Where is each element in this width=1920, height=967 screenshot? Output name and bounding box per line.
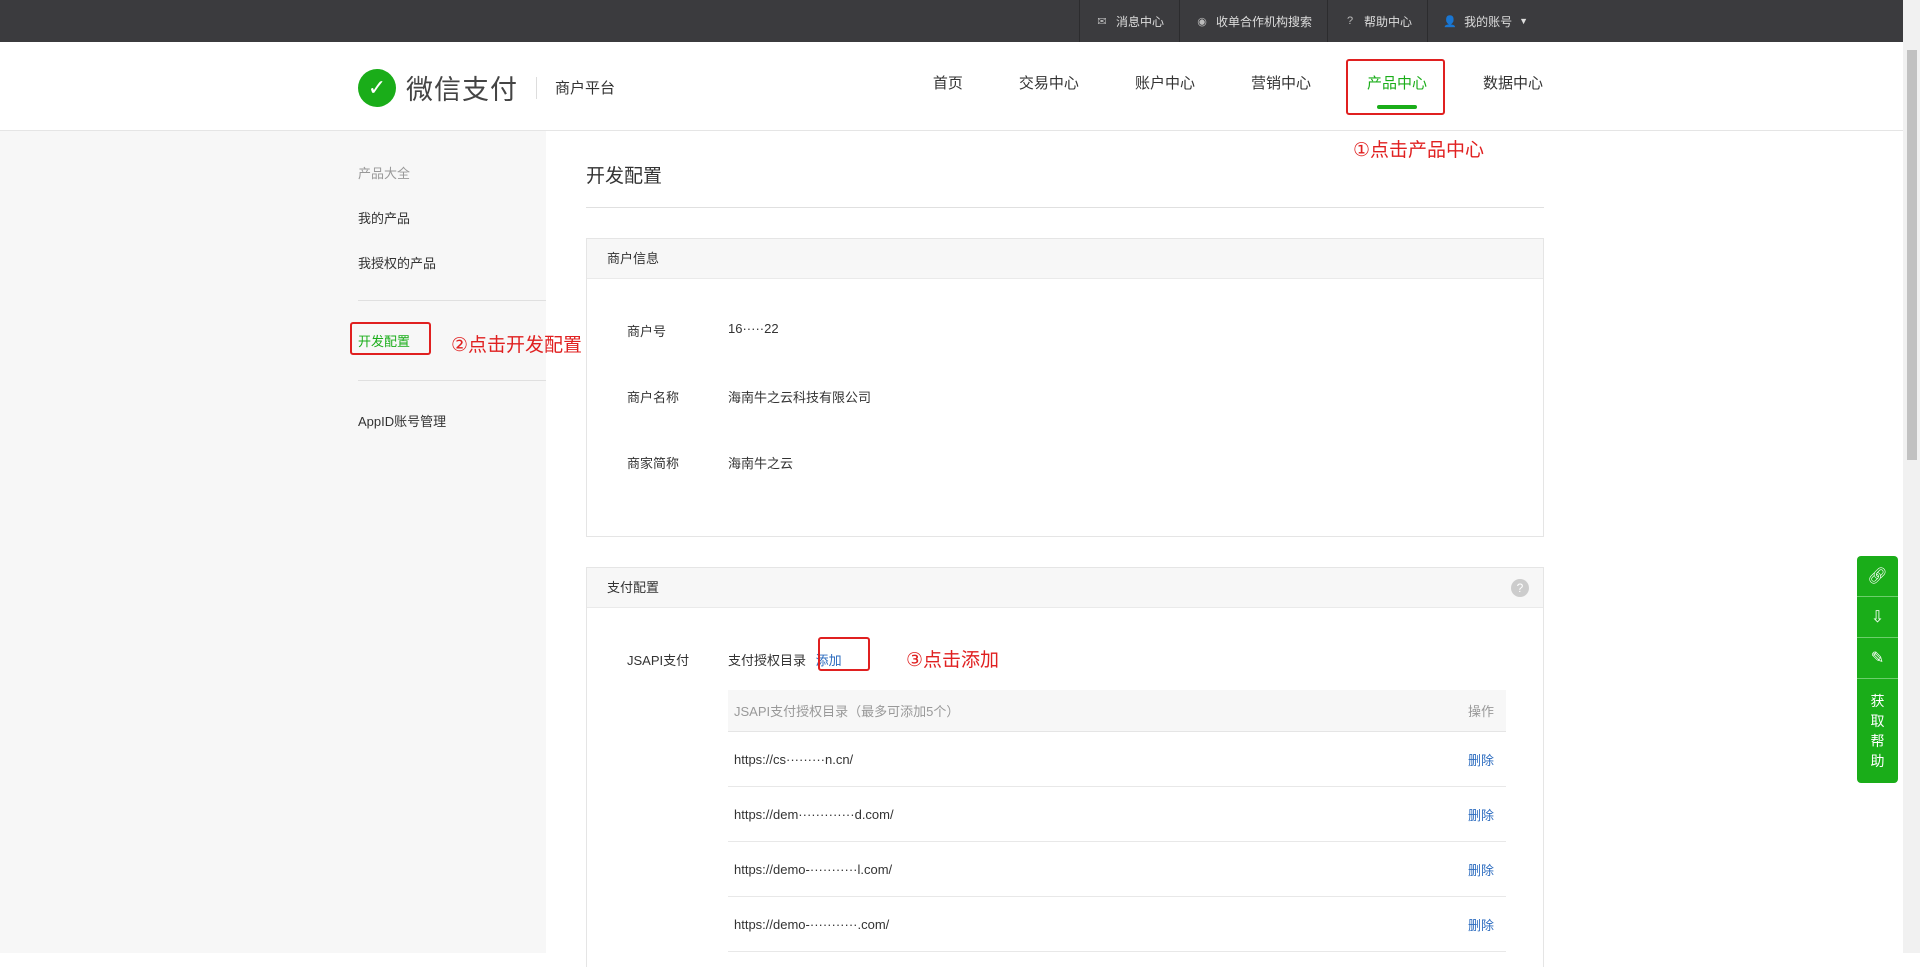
delete-button[interactable]: 删除 [1468,860,1494,879]
divider [358,380,546,381]
annotation-box-add [818,637,870,671]
annotation-box-product-center [1346,59,1445,115]
card-title: 商户信息 [587,239,1543,279]
search-circle-icon: ◉ [1197,15,1207,28]
nav-account[interactable]: 账户中心 [1135,42,1195,131]
help-icon[interactable]: ? [1511,579,1529,597]
platform-name: 商户平台 [555,80,616,97]
mail-icon: ✉ [1097,15,1107,28]
sidebar-section-title: 产品大全 [358,166,411,181]
help-icon: ? [1346,15,1354,27]
divider [536,76,537,99]
download-icon[interactable]: ⇩ [1857,597,1898,638]
card-header: 支付配置? [587,568,1543,608]
merchant-id-row: 商户号 16·····22 [627,321,779,339]
sidebar-item-my-products[interactable]: 我的产品 [358,208,410,227]
delete-button[interactable]: 删除 [1468,750,1494,769]
wechat-pay-logo-icon: ✓ [358,68,396,107]
user-icon: 👤 [1443,15,1457,28]
jsapi-directory-table: JSAPI支付授权目录（最多可添加5个） 操作 https://cs·······… [728,690,1506,952]
help-center-link[interactable]: ? 帮助中心 [1327,0,1427,42]
table-row: https://demo-···········.com/删除 [728,897,1506,952]
sidebar-item-appid[interactable]: AppID账号管理 [358,411,446,430]
annotation-1: ①点击产品中心 [1353,140,1485,161]
merchant-info-card: 商户信息 商户号 16·····22 商户名称 海南牛之云科技有限公司 商家简称 海南… [586,238,1544,537]
table-header: JSAPI支付授权目录（最多可添加5个） 操作 [728,690,1506,732]
logo-text: 微信支付 [406,75,518,105]
table-row: https://demo-···········l.com/删除 [728,842,1506,897]
logo[interactable]: ✓ 微信支付 商户平台 [358,68,615,107]
card-title: 支付配置 [607,580,660,595]
pay-config-card: 支付配置? JSAPI支付 支付授权目录 添加 JSAPI支付授权目录（最多可添加… [586,567,1544,967]
scrollbar[interactable] [1903,0,1920,953]
nav-marketing[interactable]: 营销中心 [1251,42,1311,131]
floating-toolbar: 🔗︎ ⇩ ✎ 获取帮助 [1857,556,1898,783]
annotation-3: ③点击添加 [906,650,1000,671]
nav-home[interactable]: 首页 [933,42,963,131]
link-icon[interactable]: 🔗︎ [1857,556,1898,597]
nav-data[interactable]: 数据中心 [1483,42,1543,131]
merchant-short-name-row: 商家简称 海南牛之云 [627,456,794,471]
nav-trade[interactable]: 交易中心 [1019,42,1079,131]
page-title: 开发配置 [586,166,663,187]
header: ✓ 微信支付 商户平台 首页 交易中心 账户中心 营销中心 产品中心 数据中心 [0,42,1903,131]
chevron-down-icon: ▼ [1519,16,1528,26]
top-bar: ✉ 消息中心 ◉ 收单合作机构搜索 ? 帮助中心 👤 我的账号 ▼ [0,0,1903,42]
annotation-box-dev-config [350,322,431,355]
scrollbar-thumb[interactable] [1907,50,1917,460]
edit-icon[interactable]: ✎ [1857,638,1898,679]
my-account-menu[interactable]: 👤 我的账号 ▼ [1427,0,1543,42]
annotation-2: ②点击开发配置 [451,335,583,356]
sidebar-item-authorized-products[interactable]: 我授权的产品 [358,253,436,272]
sidebar: 产品大全 我的产品 我授权的产品 开发配置 AppID账号管理 [0,131,546,953]
delete-button[interactable]: 删除 [1468,915,1494,934]
divider [358,300,546,301]
delete-button[interactable]: 删除 [1468,805,1494,824]
acquirer-search-link[interactable]: ◉ 收单合作机构搜索 [1179,0,1327,42]
table-row: https://cs·········n.cn/删除 [728,732,1506,787]
message-center-link[interactable]: ✉ 消息中心 [1079,0,1179,42]
jsapi-row: JSAPI支付 支付授权目录 添加 [627,653,842,668]
table-row: https://dem·············d.com/删除 [728,787,1506,842]
divider [586,207,1544,208]
merchant-name-row: 商户名称 海南牛之云科技有限公司 [627,390,872,405]
get-help-button[interactable]: 获取帮助 [1857,679,1898,771]
